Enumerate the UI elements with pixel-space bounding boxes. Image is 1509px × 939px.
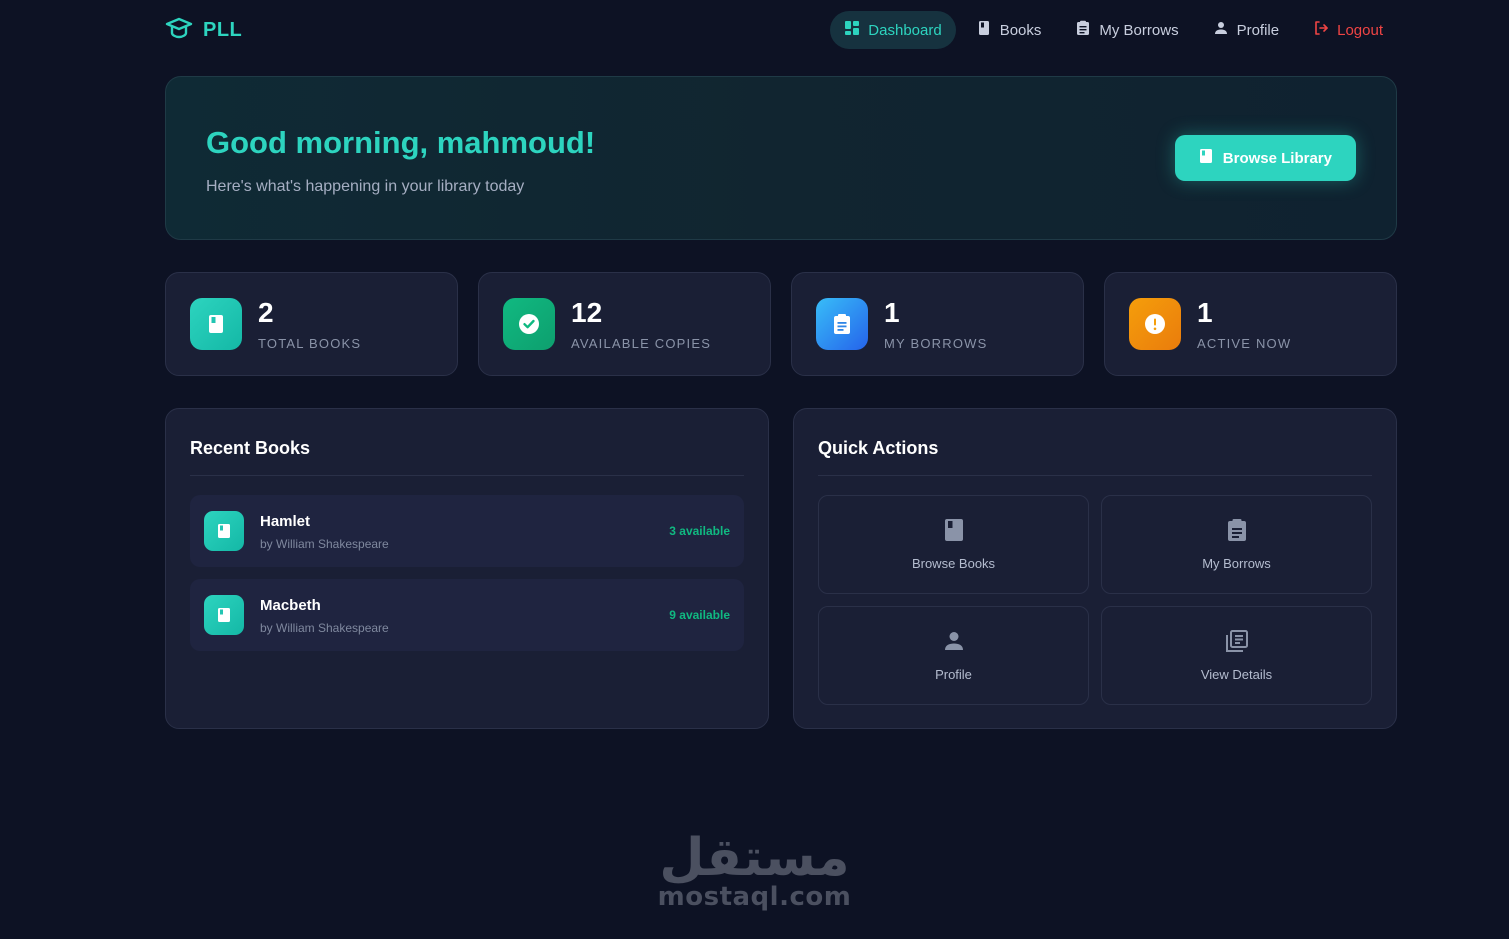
- watermark: مستقل mostaql.com: [0, 828, 1509, 912]
- divider: [818, 475, 1372, 476]
- book-icon: [942, 518, 966, 542]
- stat-card-total-books: 2 TOTAL BOOKS: [165, 272, 458, 376]
- availability-badge: 9 available: [669, 608, 730, 622]
- stat-value: 1: [1197, 297, 1213, 328]
- brand-logo[interactable]: PLL: [165, 16, 242, 45]
- check-circle-icon: [503, 298, 555, 350]
- dashboard-icon: [844, 20, 860, 40]
- stat-label: TOTAL BOOKS: [258, 336, 362, 351]
- nav-books[interactable]: Books: [962, 11, 1056, 49]
- quick-action-my-borrows[interactable]: My Borrows: [1101, 495, 1372, 594]
- nav-dashboard[interactable]: Dashboard: [830, 11, 956, 49]
- quick-action-view-details[interactable]: View Details: [1101, 606, 1372, 705]
- welcome-banner: Good morning, mahmoud! Here's what's hap…: [165, 76, 1397, 240]
- clipboard-icon: [1225, 518, 1249, 542]
- watermark-arabic: مستقل: [659, 828, 850, 888]
- quick-action-label: My Borrows: [1202, 556, 1271, 571]
- alert-icon: [1129, 298, 1181, 350]
- nav-my-borrows-label: My Borrows: [1099, 21, 1179, 39]
- quick-action-browse-books[interactable]: Browse Books: [818, 495, 1089, 594]
- stat-label: ACTIVE NOW: [1197, 336, 1292, 351]
- list-item[interactable]: Hamlet by William Shakespeare 3 availabl…: [190, 495, 744, 567]
- stat-card-my-borrows: 1 MY BORROWS: [791, 272, 1084, 376]
- stat-value: 12: [571, 297, 603, 328]
- nav-profile-label: Profile: [1236, 21, 1280, 39]
- book-icon: [204, 511, 244, 551]
- book-title: Hamlet: [260, 513, 311, 530]
- quick-action-profile[interactable]: Profile: [818, 606, 1089, 705]
- book-icon: [204, 595, 244, 635]
- user-icon: [942, 629, 966, 653]
- stat-label: AVAILABLE COPIES: [571, 336, 712, 351]
- browse-library-button[interactable]: Browse Library: [1174, 135, 1356, 181]
- stat-value: 2: [258, 297, 274, 328]
- brand-name: PLL: [203, 18, 243, 41]
- watermark-latin: mostaql.com: [657, 882, 852, 912]
- stat-card-active-now: 1 ACTIVE NOW: [1104, 272, 1397, 376]
- quick-actions-title: Quick Actions: [818, 438, 939, 458]
- nav-profile[interactable]: Profile: [1199, 11, 1294, 49]
- divider: [190, 475, 744, 476]
- nav-logout-label: Logout: [1337, 21, 1383, 39]
- greeting-title: Good morning, mahmoud!: [206, 125, 596, 160]
- quick-actions-panel: Quick Actions Browse Books My Borrows Pr…: [793, 408, 1397, 729]
- quick-action-label: Profile: [935, 667, 972, 682]
- nav-dashboard-label: Dashboard: [868, 21, 942, 39]
- library-icon: [1225, 629, 1249, 653]
- book-icon: [976, 20, 992, 40]
- user-icon: [1213, 20, 1229, 40]
- quick-action-label: View Details: [1200, 667, 1273, 682]
- stat-label: MY BORROWS: [884, 336, 988, 351]
- book-title: Macbeth: [260, 597, 321, 614]
- recent-books-title: Recent Books: [190, 438, 311, 458]
- stat-value: 1: [884, 297, 900, 328]
- nav-books-label: Books: [999, 21, 1042, 39]
- book-icon: [190, 298, 242, 350]
- stat-card-available-copies: 12 AVAILABLE COPIES: [478, 272, 771, 376]
- availability-badge: 3 available: [669, 524, 730, 538]
- greeting-subtitle: Here's what's happening in your library …: [206, 178, 525, 195]
- nav-logout[interactable]: Logout: [1299, 11, 1397, 49]
- recent-books-panel: Recent Books Hamlet by William Shakespea…: [165, 408, 769, 729]
- list-item[interactable]: Macbeth by William Shakespeare 9 availab…: [190, 579, 744, 651]
- graduation-cap-icon: [165, 16, 193, 45]
- logout-icon: [1313, 20, 1329, 40]
- book-author: by William Shakespeare: [260, 537, 389, 551]
- nav-links: Dashboard Books My Borrows Profile Logou…: [830, 11, 1397, 49]
- clipboard-icon: [1075, 20, 1091, 40]
- book-icon: [1199, 148, 1213, 168]
- quick-action-label: Browse Books: [911, 556, 996, 571]
- book-author: by William Shakespeare: [260, 621, 389, 635]
- top-navbar: PLL Dashboard Books My Borrows Profile L…: [165, 0, 1397, 60]
- browse-library-label: Browse Library: [1222, 149, 1332, 167]
- nav-my-borrows[interactable]: My Borrows: [1061, 11, 1192, 49]
- clipboard-icon: [816, 298, 868, 350]
